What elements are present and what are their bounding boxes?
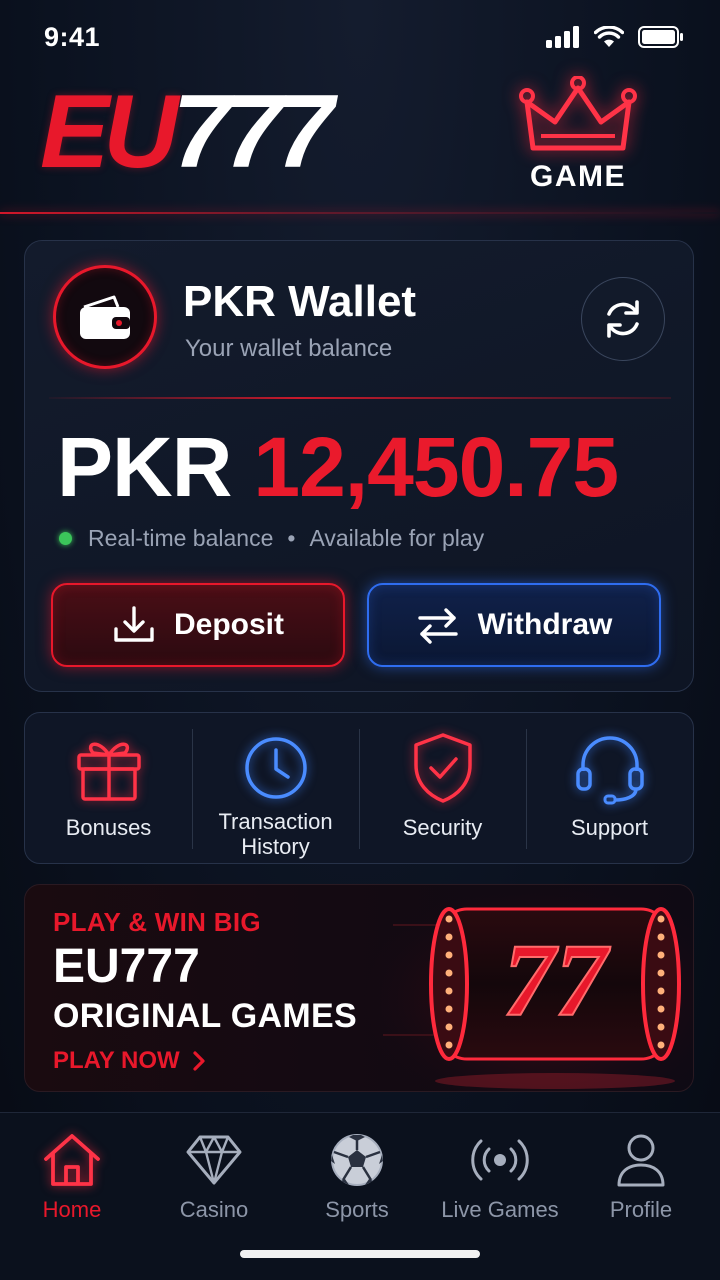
promo-subtitle: ORIGINAL GAMES — [53, 997, 357, 1035]
clock-icon — [244, 737, 307, 799]
logo-777: 777 — [172, 74, 334, 190]
withdraw-button[interactable]: Withdraw — [367, 583, 661, 667]
quick-action-label: Transaction History — [218, 809, 333, 860]
wallet-balance: PKR 12,450.75 — [57, 425, 619, 509]
balance-note: Real-time balance • Available for play — [59, 525, 484, 552]
broadcast-icon — [471, 1139, 529, 1181]
wallet-icon — [80, 295, 130, 339]
nav-sports[interactable]: Sports — [297, 1131, 417, 1223]
nav-label: Profile — [609, 1197, 673, 1222]
logo-eu: EU — [40, 74, 179, 190]
headset-icon — [575, 736, 644, 805]
wallet-subtitle: Your wallet balance — [185, 335, 393, 362]
slot-symbols: 77 — [503, 923, 611, 1038]
download-icon — [114, 606, 154, 642]
nav-casino[interactable]: Casino — [154, 1131, 274, 1223]
wallet-screen: 9:41 EU777 GAME PKR Wallet Your wallet b… — [0, 0, 720, 1280]
quick-action-label: Support — [570, 815, 649, 840]
quick-action-bonuses[interactable]: Bonuses — [25, 713, 192, 863]
wallet-title: PKR Wallet — [183, 277, 417, 326]
nav-label: Casino — [179, 1197, 249, 1222]
refresh-icon — [607, 300, 639, 338]
quick-action-label: Security — [402, 815, 483, 840]
quick-action-support[interactable]: Support — [526, 713, 693, 863]
wallet-card: PKR Wallet Your wallet balance PKR 12,450… — [24, 240, 694, 692]
app-logo[interactable]: EU777 — [40, 80, 334, 184]
quick-actions: Bonuses Transaction History Security Sup… — [24, 712, 694, 864]
wifi-icon — [594, 26, 624, 47]
slot-machine-reel-image: 77 — [363, 885, 693, 1091]
balance-note-realtime: Real-time balance — [88, 525, 274, 551]
play-now-link[interactable]: PLAY NOW — [53, 1047, 206, 1075]
status-time: 9:41 — [44, 22, 101, 52]
refresh-button[interactable] — [581, 277, 665, 361]
app-header: EU777 GAME — [0, 76, 720, 214]
game-badge[interactable]: GAME — [508, 76, 648, 200]
balance-note-available: Available for play — [309, 525, 485, 551]
balance-amount: 12,450.75 — [253, 420, 619, 514]
gift-icon — [76, 742, 141, 801]
promo-title: EU777 — [53, 940, 200, 993]
quick-action-label: Bonuses — [65, 815, 152, 840]
battery-icon — [638, 26, 683, 48]
user-icon — [617, 1134, 665, 1187]
diamond-icon — [186, 1135, 242, 1185]
nav-label: Home — [42, 1197, 102, 1222]
nav-home[interactable]: Home — [12, 1131, 132, 1223]
quick-action-security[interactable]: Security — [359, 713, 526, 863]
game-label: GAME — [530, 160, 626, 193]
deposit-button[interactable]: Deposit — [51, 583, 345, 667]
online-status-dot — [59, 532, 72, 545]
deposit-label: Deposit — [173, 608, 284, 641]
nav-label: Sports — [325, 1197, 389, 1222]
play-now-label: PLAY NOW — [53, 1047, 180, 1074]
quick-action-transaction-history[interactable]: Transaction History — [192, 713, 359, 863]
status-icons — [546, 26, 684, 48]
withdraw-label: Withdraw — [477, 608, 613, 641]
chevron-right-icon — [193, 1051, 205, 1071]
wallet-icon-badge — [53, 265, 157, 369]
nav-profile[interactable]: Profile — [581, 1131, 701, 1223]
wallet-divider — [49, 397, 671, 399]
status-bar: 9:41 — [0, 0, 720, 76]
home-icon — [44, 1134, 100, 1186]
balance-currency: PKR — [57, 420, 232, 514]
signal-icon — [546, 26, 579, 48]
home-indicator[interactable] — [240, 1250, 480, 1258]
shield-check-icon — [413, 733, 472, 803]
transfer-arrows-icon — [417, 608, 458, 644]
nav-label: Live Games — [441, 1197, 559, 1222]
crown-icon — [519, 76, 637, 151]
nav-live-games[interactable]: Live Games — [440, 1131, 560, 1223]
promo-kicker: PLAY & WIN BIG — [53, 907, 261, 937]
balance-note-separator: • — [287, 525, 296, 551]
soccer-ball-icon — [331, 1134, 383, 1186]
promo-banner[interactable]: 77 PLAY & WIN BIG EU777 ORIGINAL GAMES P… — [24, 884, 694, 1092]
header-divider — [0, 212, 720, 214]
